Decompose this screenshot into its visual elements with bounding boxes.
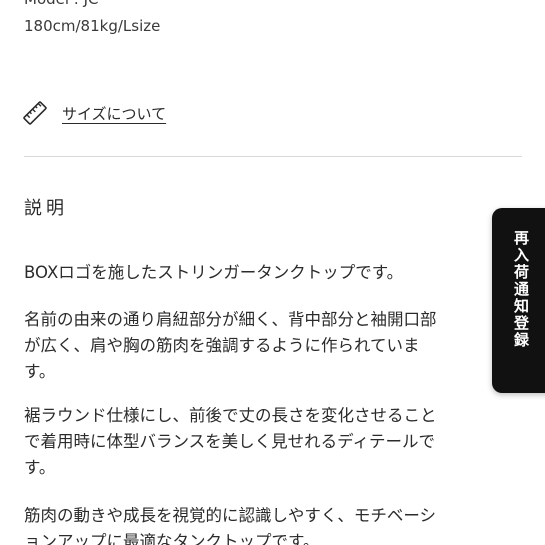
model-spec: 180cm/81kg/Lsize [24,17,161,35]
description-paragraph: BOXロゴを施したストリンガータンクトップです。 [24,260,510,286]
description-paragraph: 名前の由来の通り肩紐部分が細く、背中部分と袖開口部 が広く、肩や胸の筋肉を強調す… [24,307,510,385]
description-paragraph: 筋肉の動きや成長を視覚的に認識しやすく、モチベーシ ョンアップに最適なタンクトッ… [24,503,510,545]
description-line: が広く、肩や胸の筋肉を強調するように作られていま [24,336,420,355]
size-guide-label: サイズについて [62,104,167,123]
description-line: BOXロゴを施したストリンガータンクトップです。 [24,263,404,282]
restock-notification-button[interactable]: 再入荷通知登録 [492,208,545,393]
ruler-icon [23,101,47,125]
description-line: す。 [24,458,56,477]
model-name: Model : JC [24,0,99,9]
description-line: 名前の由来の通り肩紐部分が細く、背中部分と袖開口部 [24,310,437,329]
description-line: 筋肉の動きや成長を視覚的に認識しやすく、モチベーシ [24,506,437,525]
product-detail-page: Model : JC 180cm/81kg/Lsize サイズについて 説明 B… [0,0,545,545]
description-line: す。 [24,362,56,381]
divider [24,156,522,157]
description-line: で着用時に体型バランスを美しく見せれるディテールで [24,432,436,451]
section-title: 説明 [24,198,68,219]
description-line: 裾ラウンド仕様にし、前後で丈の長さを変化させること [24,406,437,425]
size-guide-link[interactable]: サイズについて [22,99,166,127]
description-paragraph: 裾ラウンド仕様にし、前後で丈の長さを変化させること で着用時に体型バランスを美し… [24,403,510,481]
description-line: ョンアップに最適なタンクトップです。 [24,532,320,545]
restock-notification-label: 再入荷通知登録 [512,230,530,349]
